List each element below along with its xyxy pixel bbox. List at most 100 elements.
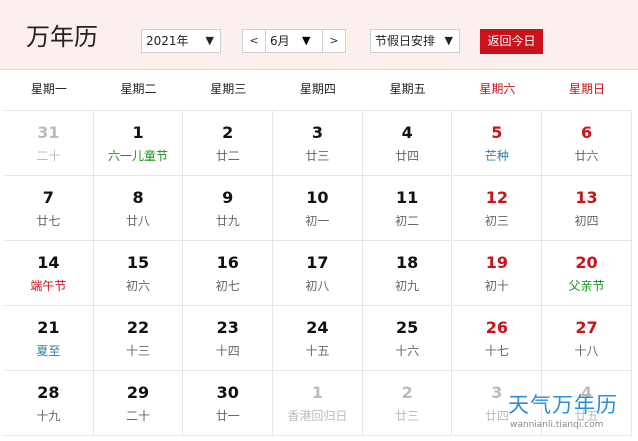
day-number: 7 (42, 188, 54, 207)
calendar-day-cell[interactable]: 9 廿九 (183, 176, 274, 241)
day-lunar-label: 廿七 (36, 214, 61, 228)
calendar-day-cell[interactable]: 3 廿三 (273, 111, 363, 176)
calendar-day-cell[interactable]: 30 廿一 (183, 371, 274, 436)
weekday-label: 星期三 (210, 82, 247, 96)
calendar-day-cell[interactable]: 2 廿二 (183, 111, 274, 176)
calendar-day-cell[interactable]: 29 二十 (93, 371, 184, 436)
weekday-label: 星期四 (299, 82, 336, 96)
day-number: 19 (485, 253, 508, 272)
day-number: 30 (216, 383, 239, 402)
calendar-day-cell[interactable]: 5 芒种 (452, 111, 543, 176)
day-lunar-label: 廿九 (215, 214, 240, 228)
calendar-day-cell-other-month[interactable]: 1 香港回归日 (273, 371, 363, 436)
weekday-label: 星期五 (389, 82, 426, 96)
calendar-day-cell[interactable]: 15 初六 (93, 241, 184, 306)
day-number: 1 (311, 383, 323, 402)
chevron-down-icon: ▼ (444, 34, 453, 47)
day-number: 14 (37, 253, 60, 272)
day-number: 2 (222, 123, 234, 142)
calendar-day-cell[interactable]: 8 廿八 (93, 176, 184, 241)
chevron-down-icon[interactable]: ▼ (302, 30, 310, 52)
calendar-day-cell[interactable]: 10 初一 (273, 176, 363, 241)
calendar-day-cell[interactable]: 1 六一儿童节 (93, 111, 184, 176)
day-number: 6 (580, 123, 593, 142)
day-number: 26 (485, 318, 508, 337)
day-lunar-label: 父亲节 (568, 279, 605, 293)
day-number: 9 (222, 188, 234, 207)
calendar-day-cell[interactable]: 12 初三 (452, 176, 543, 241)
day-number: 23 (216, 318, 239, 337)
calendar-day-cell[interactable]: 16 初七 (183, 241, 274, 306)
year-select[interactable]: 2021年 ▼ (141, 29, 221, 53)
prev-month-button[interactable]: < (243, 30, 266, 52)
calendar-day-cell[interactable]: 20 父亲节 (542, 241, 632, 306)
day-number: 17 (306, 253, 329, 272)
calendar-day-cell[interactable]: 17 初八 (273, 241, 363, 306)
calendar-day-cell[interactable]: 19 初十 (452, 241, 543, 306)
day-number: 27 (575, 318, 598, 337)
calendar-day-cell[interactable]: 13 初四 (542, 176, 632, 241)
day-lunar-label: 初二 (395, 214, 420, 228)
calendar-day-cell[interactable]: 7 廿七 (4, 176, 94, 241)
day-lunar-label: 廿六 (574, 149, 599, 163)
day-lunar-label: 香港回归日 (287, 409, 348, 423)
day-lunar-label: 初八 (305, 279, 330, 293)
day-number: 3 (311, 123, 323, 142)
calendar-day-cell[interactable]: 4 廿四 (362, 111, 453, 176)
calendar-day-cell[interactable]: 21 夏至 (4, 306, 94, 371)
day-number: 24 (306, 318, 329, 337)
calendar-grid: 31 二十 1 六一儿童节 2 廿二 3 廿三 4 廿四 5 芒种 6 廿六 7 廿七 8 廿八 9 廿九 10 初一 11… (4, 111, 632, 441)
day-lunar-label: 廿二 (215, 149, 240, 163)
day-lunar-label: 十三 (126, 344, 151, 358)
day-lunar-label: 廿三 (305, 149, 330, 163)
day-lunar-label: 六一儿童节 (108, 149, 169, 163)
calendar-day-cell[interactable]: 25 十六 (362, 306, 453, 371)
day-lunar-label: 初九 (395, 279, 420, 293)
calendar-day-cell[interactable]: 6 廿六 (542, 111, 632, 176)
day-number: 18 (396, 253, 419, 272)
chevron-down-icon: ▼ (205, 34, 214, 47)
holiday-schedule-select[interactable]: 节假日安排 ▼ (370, 29, 460, 53)
day-lunar-label: 初四 (574, 214, 599, 228)
day-lunar-label: 十八 (574, 344, 599, 358)
day-number: 4 (401, 123, 413, 142)
day-lunar-label: 二十 (36, 149, 61, 163)
day-lunar-label: 廿三 (395, 409, 420, 423)
weekday-label: 星期六 (479, 82, 516, 96)
page-title: 万年历 (26, 23, 98, 51)
calendar-day-cell-other-month[interactable]: 2 廿三 (362, 371, 453, 436)
day-lunar-label: 二十 (126, 409, 151, 423)
watermark-title: 天气万年历 (508, 393, 618, 417)
calendar-day-cell[interactable]: 27 十八 (542, 306, 632, 371)
calendar-day-cell[interactable]: 11 初二 (362, 176, 453, 241)
back-to-today-button[interactable]: 返回今日 (480, 29, 543, 54)
day-number: 28 (37, 383, 60, 402)
day-lunar-label: 十九 (36, 409, 61, 423)
weekday-label: 星期日 (569, 82, 606, 96)
day-number: 15 (126, 253, 150, 272)
day-number: 31 (37, 123, 60, 142)
calendar-day-cell[interactable]: 28 十九 (4, 371, 94, 436)
next-month-button[interactable]: > (322, 30, 345, 52)
calendar-day-cell[interactable]: 23 十四 (183, 306, 274, 371)
calendar-day-cell[interactable]: 18 初九 (362, 241, 453, 306)
day-number: 12 (485, 188, 508, 207)
month-value[interactable]: 6月 (270, 30, 290, 52)
watermark: 天气万年历 wannianli.tianqi.com (508, 393, 633, 437)
day-number: 13 (575, 188, 598, 207)
month-selector: < 6月 ▼ > (242, 29, 346, 53)
day-lunar-label: 廿一 (215, 409, 240, 423)
calendar-day-cell-other-month[interactable]: 31 二十 (4, 111, 94, 176)
day-number: 8 (132, 188, 144, 207)
calendar-day-cell[interactable]: 26 十七 (452, 306, 543, 371)
day-number: 11 (396, 188, 419, 207)
day-lunar-label: 十六 (395, 344, 420, 358)
day-lunar-label: 芒种 (484, 149, 509, 163)
day-lunar-label: 初七 (215, 279, 240, 293)
calendar-day-cell[interactable]: 24 十五 (273, 306, 363, 371)
day-number: 25 (396, 318, 419, 337)
calendar-day-cell[interactable]: 14 端午节 (4, 241, 94, 306)
day-number: 1 (132, 123, 144, 142)
calendar-day-cell[interactable]: 22 十三 (93, 306, 184, 371)
day-lunar-label: 初六 (126, 279, 151, 293)
